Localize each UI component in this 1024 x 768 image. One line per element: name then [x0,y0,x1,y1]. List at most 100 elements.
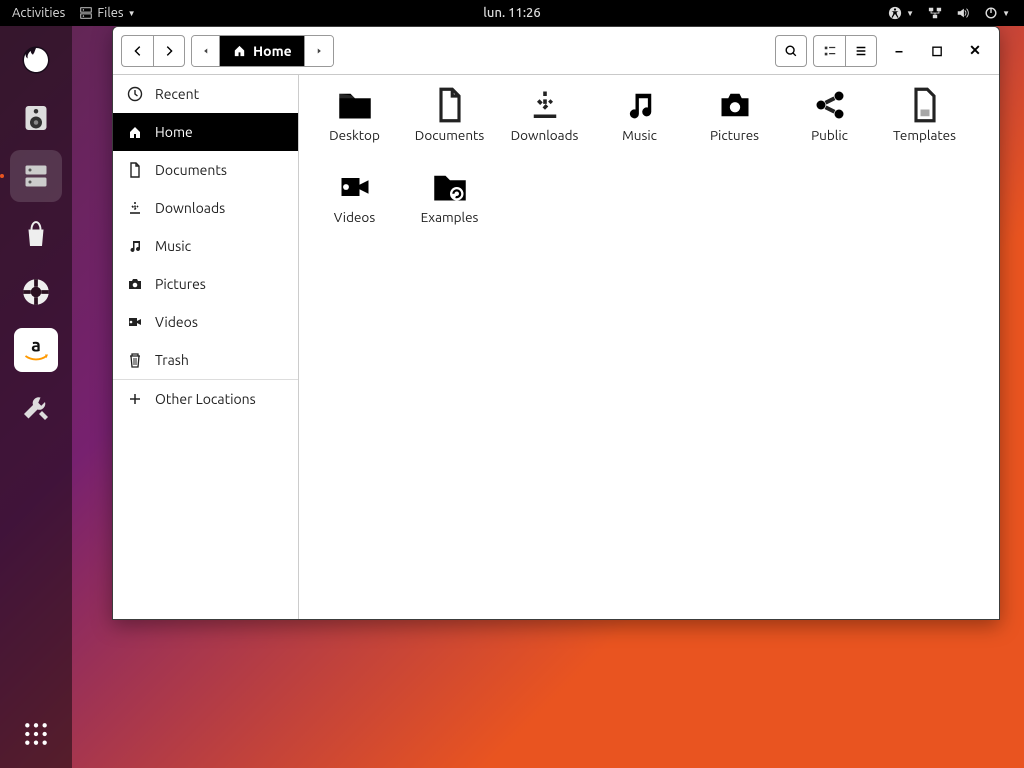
file-label: Desktop [329,127,380,143]
folder-pictures[interactable]: Pictures [687,87,782,163]
network-icon [928,6,942,20]
sidebar-item-label: Music [155,238,191,254]
firefox-icon [18,42,54,78]
sidebar-item-music[interactable]: Music [113,227,298,265]
camera-icon [717,87,753,123]
sidebar-item-recent[interactable]: Recent [113,75,298,113]
gnome-topbar: Activities Files ▼ lun. 11:26 ▼ ▼ [0,0,1024,26]
path-prev-button[interactable] [192,36,220,66]
dock-amazon[interactable]: a [10,324,62,376]
folder-videos[interactable]: Videos [307,169,402,245]
plus-icon [127,391,143,407]
music-icon [127,238,143,254]
file-grid: Desktop Documents Downloads Music Pictur… [299,75,999,619]
path-segment-home[interactable]: Home [220,36,305,66]
sidebar-item-downloads[interactable]: Downloads [113,189,298,227]
home-icon [127,124,143,140]
folder-music[interactable]: Music [592,87,687,163]
download-icon [127,200,143,216]
folder-downloads[interactable]: Downloads [497,87,592,163]
view-menu-button[interactable] [845,35,877,67]
trash-icon [127,352,143,368]
dock-help[interactable] [10,266,62,318]
dock: a [0,26,72,768]
folder-documents[interactable]: Documents [402,87,497,163]
folder-link-icon [432,169,468,205]
power-icon [984,6,998,20]
template-icon [907,87,943,123]
search-icon [784,44,798,58]
video-icon [127,314,143,330]
accessibility-menu[interactable]: ▼ [888,6,914,20]
window-minimize-button[interactable]: – [883,35,915,67]
dock-files[interactable] [10,150,62,202]
network-indicator[interactable] [928,6,942,20]
app-menu[interactable]: Files ▼ [79,6,135,20]
file-label: Downloads [511,127,579,143]
file-label: Documents [415,127,484,143]
dock-rhythmbox[interactable] [10,92,62,144]
shopping-bag-icon [18,216,54,252]
clock[interactable]: lun. 11:26 [483,6,540,20]
apps-grid-icon [23,721,49,747]
sidebar-item-label: Pictures [155,276,206,292]
nav-forward-button[interactable] [153,35,185,67]
sidebar-item-videos[interactable]: Videos [113,303,298,341]
folder-templates[interactable]: Templates [877,87,972,163]
pathbar: Home [191,35,334,67]
sidebar-item-trash[interactable]: Trash [113,341,298,379]
clock-icon [127,86,143,102]
folder-icon [337,87,373,123]
file-label: Templates [893,127,956,143]
volume-icon [956,6,970,20]
nav-back-button[interactable] [121,35,153,67]
file-label: Music [622,127,657,143]
sidebar-item-label: Downloads [155,200,225,216]
sidebar-item-home[interactable]: Home [113,113,298,151]
camera-icon [127,276,143,292]
wrench-icon [18,390,54,426]
dock-settings[interactable] [10,382,62,434]
video-icon [337,169,373,205]
volume-indicator[interactable] [956,6,970,20]
sidebar-item-label: Documents [155,162,227,178]
grid-icon [823,44,837,58]
sidebar-item-pictures[interactable]: Pictures [113,265,298,303]
chevron-down-icon: ▼ [906,9,914,18]
dock-firefox[interactable] [10,34,62,86]
power-menu[interactable]: ▼ [984,6,1010,20]
headerbar: Home – ◻ ✕ [113,27,999,75]
sidebar-item-label: Home [155,124,193,140]
file-label: Examples [421,209,479,225]
sidebar-item-label: Recent [155,86,199,102]
search-button[interactable] [775,35,807,67]
music-icon [622,87,658,123]
folder-public[interactable]: Public [782,87,877,163]
files-icon [79,6,93,20]
document-icon [432,87,468,123]
sidebar-item-label: Videos [155,314,198,330]
activities-button[interactable]: Activities [12,6,65,20]
window-close-button[interactable]: ✕ [959,35,991,67]
window-maximize-button[interactable]: ◻ [921,35,953,67]
dock-show-apps[interactable] [10,708,62,760]
sidebar-item-label: Other Locations [155,391,256,407]
sidebar-item-documents[interactable]: Documents [113,151,298,189]
folder-examples[interactable]: Examples [402,169,497,245]
files-window: Home – ◻ ✕ Recent Home Documents Downloa… [112,26,1000,620]
home-icon [232,43,247,58]
sidebar-item-other-locations[interactable]: Other Locations [113,380,298,418]
app-menu-label: Files [97,6,123,20]
places-sidebar: Recent Home Documents Downloads Music Pi… [113,75,299,619]
hamburger-icon [854,44,868,58]
lifebuoy-icon [18,274,54,310]
dock-software[interactable] [10,208,62,260]
speaker-icon [18,100,54,136]
accessibility-icon [888,6,902,20]
folder-desktop[interactable]: Desktop [307,87,402,163]
path-next-button[interactable] [305,36,333,66]
amazon-icon: a [18,332,54,368]
share-icon [812,87,848,123]
svg-text:a: a [31,336,41,356]
view-grid-button[interactable] [813,35,845,67]
